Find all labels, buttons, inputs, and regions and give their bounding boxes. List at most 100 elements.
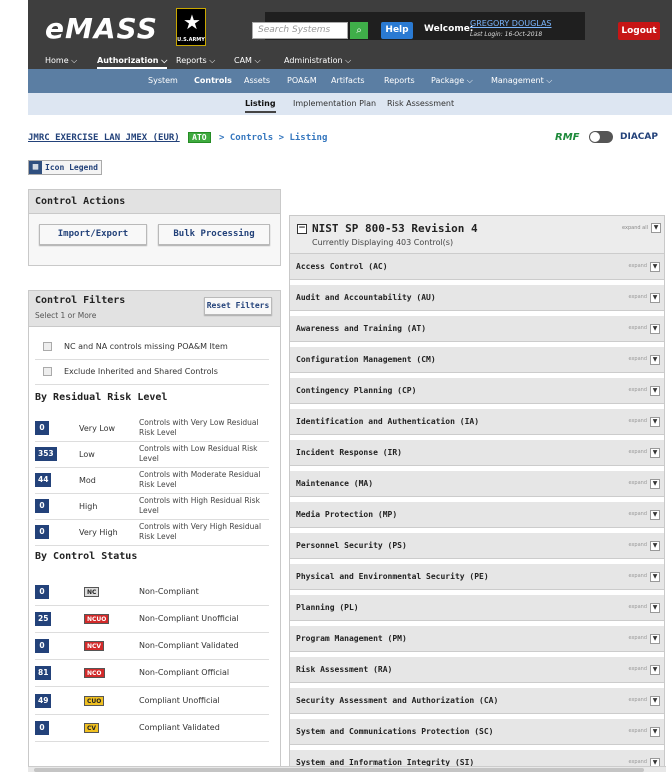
family-row[interactable]: Planning (PL) expand ▼ (290, 595, 664, 621)
user-name-link[interactable]: GREGORY DOUGLAS (470, 19, 552, 28)
expand-label[interactable]: expand (628, 387, 647, 393)
nav-reports[interactable]: Reports ⌵ (176, 56, 215, 66)
risk-count-very-low[interactable]: 0 (35, 421, 49, 435)
expand-label[interactable]: expand (628, 573, 647, 579)
expand-label[interactable]: expand (628, 263, 647, 269)
expand-label[interactable]: expand (628, 356, 647, 362)
chevron-down-icon[interactable]: ▼ (650, 386, 660, 396)
expand-label[interactable]: expand (628, 759, 647, 765)
filter-exclude-inherited[interactable]: Exclude Inherited and Shared Controls (43, 367, 218, 376)
nav-artifacts[interactable]: Artifacts (331, 76, 365, 85)
expand-label[interactable]: expand (628, 728, 647, 734)
chevron-down-icon[interactable]: ▼ (650, 417, 660, 427)
chevron-down-icon[interactable]: ▼ (650, 448, 660, 458)
nav-management[interactable]: Management ⌵ (491, 76, 552, 86)
chevron-down-icon[interactable]: ▼ (650, 665, 660, 675)
horizontal-scrollbar[interactable] (28, 766, 666, 772)
chevron-down-icon[interactable]: ▼ (650, 355, 660, 365)
risk-count-very-high[interactable]: 0 (35, 525, 49, 539)
family-row[interactable]: Identification and Authentication (IA) ex… (290, 409, 664, 435)
chevron-down-icon[interactable]: ▼ (650, 510, 660, 520)
chevron-down-icon[interactable]: ▼ (650, 603, 660, 613)
family-row[interactable]: System and Communications Protection (SC… (290, 719, 664, 745)
nav-authorization[interactable]: Authorization ⌵ (97, 56, 168, 69)
expand-label[interactable]: expand (628, 449, 647, 455)
icon-legend-button[interactable]: ▦ Icon Legend (28, 160, 102, 175)
nav-controls[interactable]: Controls (194, 76, 232, 85)
chevron-down-icon[interactable]: ▼ (650, 479, 660, 489)
collapse-icon[interactable]: − (297, 224, 307, 234)
expand-label[interactable]: expand (628, 635, 647, 641)
risk-label-low: Low (79, 450, 95, 459)
scrollbar-thumb[interactable] (34, 768, 644, 772)
chevron-down-icon[interactable]: ▼ (650, 572, 660, 582)
family-row[interactable]: Physical and Environmental Security (PE)… (290, 564, 664, 590)
family-row[interactable]: Awareness and Training (AT) expand ▼ (290, 316, 664, 342)
reset-filters-button[interactable]: Reset Filters (204, 297, 272, 315)
risk-count-mod[interactable]: 44 (35, 473, 52, 487)
expand-label[interactable]: expand (628, 697, 647, 703)
risk-count-low[interactable]: 353 (35, 447, 57, 461)
chevron-down-icon[interactable]: ▼ (650, 634, 660, 644)
family-row[interactable]: Security Assessment and Authorization (C… (290, 688, 664, 714)
expand-all-label[interactable]: expand all (622, 225, 648, 231)
nav-administration[interactable]: Administration ⌵ (284, 56, 351, 66)
rmf-diacap-toggle[interactable] (589, 131, 613, 143)
expand-label[interactable]: expand (628, 418, 647, 424)
checkbox[interactable] (43, 342, 52, 351)
family-row[interactable]: Risk Assessment (RA) expand ▼ (290, 657, 664, 683)
chevron-down-icon[interactable]: ▼ (650, 696, 660, 706)
expand-label[interactable]: expand (628, 325, 647, 331)
family-row[interactable]: Configuration Management (CM) expand ▼ (290, 347, 664, 373)
army-star-icon: ★ (183, 10, 201, 34)
chevron-down-icon[interactable]: ▼ (650, 262, 660, 272)
expand-label[interactable]: expand (628, 666, 647, 672)
expand-label[interactable]: expand (628, 542, 647, 548)
bulk-processing-button[interactable]: Bulk Processing (158, 224, 270, 245)
logout-button[interactable]: Logout (618, 22, 660, 40)
status-count-nc[interactable]: 0 (35, 585, 49, 599)
expand-label[interactable]: expand (628, 511, 647, 517)
status-count-cuo[interactable]: 49 (35, 694, 52, 708)
status-count-ncuo[interactable]: 25 (35, 612, 52, 626)
family-row[interactable]: Personnel Security (PS) expand ▼ (290, 533, 664, 559)
status-count-nco[interactable]: 81 (35, 666, 52, 680)
nav-system[interactable]: System (148, 76, 178, 85)
nav-assets[interactable]: Assets (244, 76, 270, 85)
family-row[interactable]: Contingency Planning (CP) expand ▼ (290, 378, 664, 404)
icon-legend-label: Icon Legend (45, 163, 98, 172)
family-row[interactable]: Maintenance (MA) expand ▼ (290, 471, 664, 497)
tab-risk-assessment[interactable]: Risk Assessment (387, 99, 454, 108)
risk-count-high[interactable]: 0 (35, 499, 49, 513)
family-row[interactable]: Media Protection (MP) expand ▼ (290, 502, 664, 528)
family-row[interactable]: Access Control (AC) expand ▼ (290, 254, 664, 280)
risk-desc-very-high: Controls with Very High Residual Risk Le… (139, 522, 262, 541)
expand-label[interactable]: expand (628, 604, 647, 610)
search-systems-input[interactable]: Search Systems (252, 22, 348, 39)
family-row[interactable]: Audit and Accountability (AU) expand ▼ (290, 285, 664, 311)
chevron-down-icon[interactable]: ▼ (650, 541, 660, 551)
chevron-down-icon[interactable]: ▼ (650, 727, 660, 737)
filter-missing-poam[interactable]: NC and NA controls missing POA&M Item (43, 342, 228, 351)
chevron-down-icon[interactable]: ▼ (650, 324, 660, 334)
chevron-down-icon[interactable]: ▼ (651, 223, 661, 233)
nav-package[interactable]: Package ⌵ (431, 76, 473, 86)
nav-poam[interactable]: POA&M (287, 76, 317, 85)
nav-cam[interactable]: CAM ⌵ (234, 56, 261, 66)
help-button[interactable]: Help (381, 22, 413, 39)
nav-home[interactable]: Home ⌵ (45, 56, 77, 66)
import-export-button[interactable]: Import/Export (39, 224, 147, 245)
chevron-down-icon[interactable]: ▼ (650, 293, 660, 303)
tab-listing[interactable]: Listing (245, 99, 276, 113)
status-count-ncv[interactable]: 0 (35, 639, 49, 653)
expand-label[interactable]: expand (628, 294, 647, 300)
expand-label[interactable]: expand (628, 480, 647, 486)
system-name-link[interactable]: JMRC EXERCISE LAN JMEX (EUR) (28, 133, 180, 143)
tab-implementation-plan[interactable]: Implementation Plan (293, 99, 376, 108)
search-icon[interactable]: ⌕ (350, 22, 368, 39)
family-row[interactable]: Program Management (PM) expand ▼ (290, 626, 664, 652)
status-count-cv[interactable]: 0 (35, 721, 49, 735)
checkbox[interactable] (43, 367, 52, 376)
nav-reports-sub[interactable]: Reports (384, 76, 415, 85)
family-row[interactable]: Incident Response (IR) expand ▼ (290, 440, 664, 466)
